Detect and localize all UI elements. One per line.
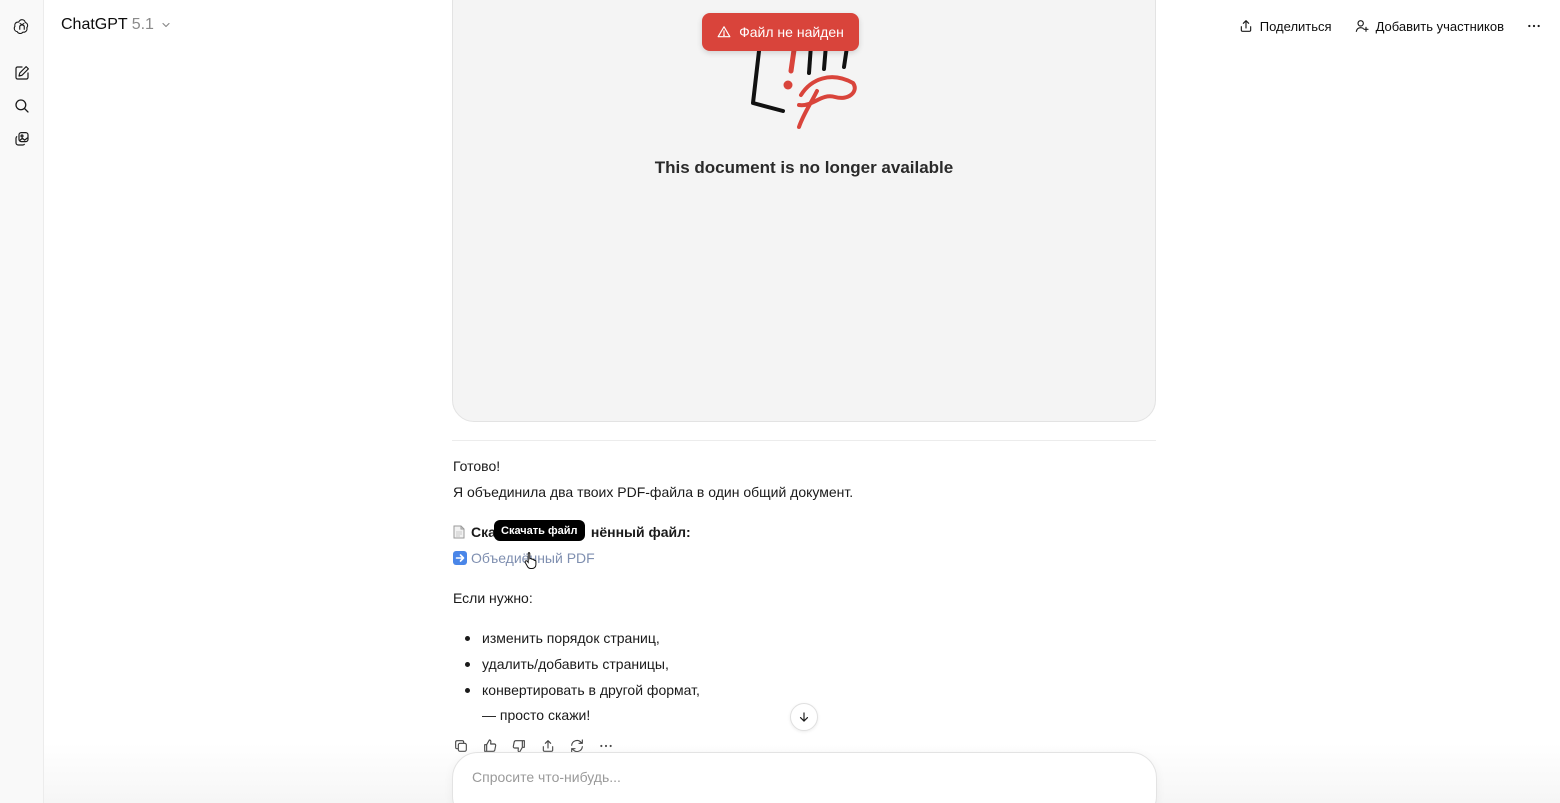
chevron-down-icon [162,22,170,28]
model-version: 5.1 [131,16,154,33]
share-label: Поделиться [1259,18,1332,34]
merged-pdf-link-prefix: Объеди [471,550,522,566]
divider [452,440,1156,441]
list-item: конвертировать в другой формат, [465,681,700,707]
share-button[interactable]: Поделиться [1238,15,1332,37]
model-name: ChatGPT [61,16,128,33]
composer [452,752,1157,803]
model-selector[interactable]: ChatGPT 5.1 [61,16,172,34]
download-heading-prefix: Ска [471,524,496,540]
add-participants-label: Добавить участников [1375,18,1504,34]
openai-logo-icon[interactable] [9,13,35,39]
toast-text: Файл не найден [739,24,844,40]
arrow-right-emoji-icon [453,551,467,565]
document-unavailable-message: This document is no longer available [654,158,954,177]
broken-document-icon [751,41,857,129]
more-options-button[interactable] [1526,15,1542,37]
prompt-input[interactable] [472,769,1072,785]
message-line-done: Готово! [453,458,501,474]
arrow-down-icon [799,712,809,722]
list-item: изменить порядок страниц, [465,629,700,655]
file-not-found-toast: Файл не найден [702,13,859,51]
if-needed-text: Если нужно: [453,590,533,606]
hand-cursor-icon [524,552,537,569]
header-actions: Поделиться Добавить участников [1238,15,1542,37]
add-participants-button[interactable]: Добавить участников [1354,15,1504,37]
add-user-icon [1355,20,1369,32]
warning-icon [717,26,731,38]
document-emoji-icon [453,525,465,539]
share-icon [1240,20,1251,32]
scroll-to-bottom-button[interactable] [790,703,818,731]
just-say-text: — просто скажи! [482,707,591,723]
sidebar-rail [0,0,44,803]
document-preview-card: This document is no longer available [452,0,1156,422]
new-chat-icon[interactable] [9,60,35,86]
download-file-tooltip: Скачать файл [494,520,585,541]
download-heading-suffix: нённый файл: [590,524,691,540]
options-list: изменить порядок страниц, удалить/добави… [465,629,700,707]
message-line-merged: Я объединила два твоих PDF-файла в один … [453,484,854,500]
search-icon[interactable] [9,93,35,119]
more-horizontal-icon [1528,24,1540,28]
list-item: удалить/добавить страницы, [465,655,700,681]
library-icon[interactable] [9,126,35,152]
